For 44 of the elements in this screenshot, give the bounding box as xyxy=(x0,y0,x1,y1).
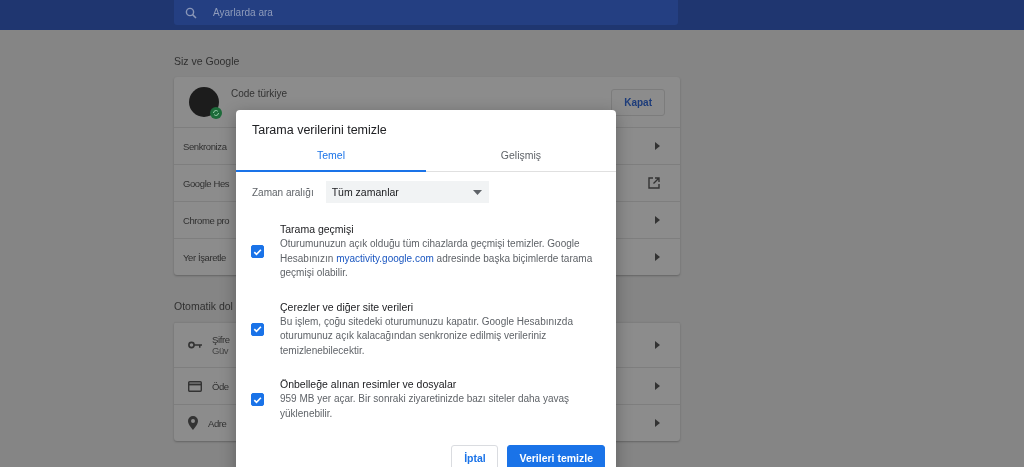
time-range-dropdown[interactable]: Tüm zamanlar xyxy=(325,181,489,203)
external-link-icon xyxy=(648,177,660,189)
arrow-right-icon xyxy=(655,419,660,427)
row-label: Senkroniza xyxy=(183,140,227,152)
row-label: Şifre xyxy=(212,334,230,345)
checkbox[interactable] xyxy=(251,393,264,406)
option-description: Oturumunuzun açık olduğu tüm cihazlarda geçmişi temizler. Google Hesabınızın myactivity.google.com adresinde başka biçimlerde tarama geçmişi olabilir. xyxy=(280,237,594,280)
row-label: Google Hes xyxy=(183,177,230,189)
time-range-label: Zaman aralığı xyxy=(252,186,314,198)
checkbox[interactable] xyxy=(251,322,264,336)
sign-out-button[interactable]: Kapat xyxy=(611,88,665,116)
option-title: Tarama geçmişi xyxy=(280,223,355,235)
cancel-button[interactable]: İptal xyxy=(451,445,499,467)
section-title: Siz ve Google xyxy=(174,55,240,67)
tab[interactable]: Gelişmiş xyxy=(426,149,616,172)
section-title: Otomatik dol xyxy=(174,300,233,312)
row-label: Chrome pro xyxy=(183,214,230,226)
search-icon xyxy=(185,6,197,19)
key-icon xyxy=(188,341,202,349)
option-description: Bu işlem, çoğu sitedeki oturumunuzu kapatır. Google Hesabınızda oturumunuz açık kalacağından senkronize edilmiş verileriniz temizlenebilecektir. xyxy=(280,314,574,358)
row-label: Yer İşaretle xyxy=(183,251,226,263)
option-description: 959 MB yer açar. Bir sonraki ziyaretinizde bazı siteler daha yavaş yüklenebilir. xyxy=(280,392,571,421)
search-input[interactable]: Ayarlarda ara xyxy=(211,6,678,19)
activity-link[interactable]: myactivity.google.com xyxy=(336,252,434,264)
caret-icon xyxy=(472,189,482,195)
row-label: Adre xyxy=(208,417,227,429)
tab[interactable]: Temel xyxy=(236,149,426,172)
clear-data-button[interactable]: Verileri temizle xyxy=(507,445,605,467)
option-title: Çerezler ve diğer site verileri xyxy=(280,300,415,313)
row-label: Öde xyxy=(212,380,229,392)
dialog-title: Tarama verilerini temizle xyxy=(251,122,388,137)
arrow-right-icon xyxy=(655,382,660,390)
arrow-right-icon xyxy=(655,142,660,150)
search-field[interactable]: Ayarlarda ara xyxy=(174,0,678,25)
location-pin-icon xyxy=(188,416,198,430)
checkbox[interactable] xyxy=(251,245,264,259)
row-sublabel: Güv xyxy=(212,345,229,356)
profile-name: Code türkiye xyxy=(231,88,288,99)
sync-badge-icon xyxy=(210,107,222,119)
option-title: Önbelleğe alınan resimler ve dosyalar xyxy=(280,378,458,390)
arrow-right-icon xyxy=(655,253,660,261)
arrow-right-icon xyxy=(655,216,660,224)
arrow-right-icon xyxy=(655,341,660,349)
credit-card-icon xyxy=(188,380,202,392)
